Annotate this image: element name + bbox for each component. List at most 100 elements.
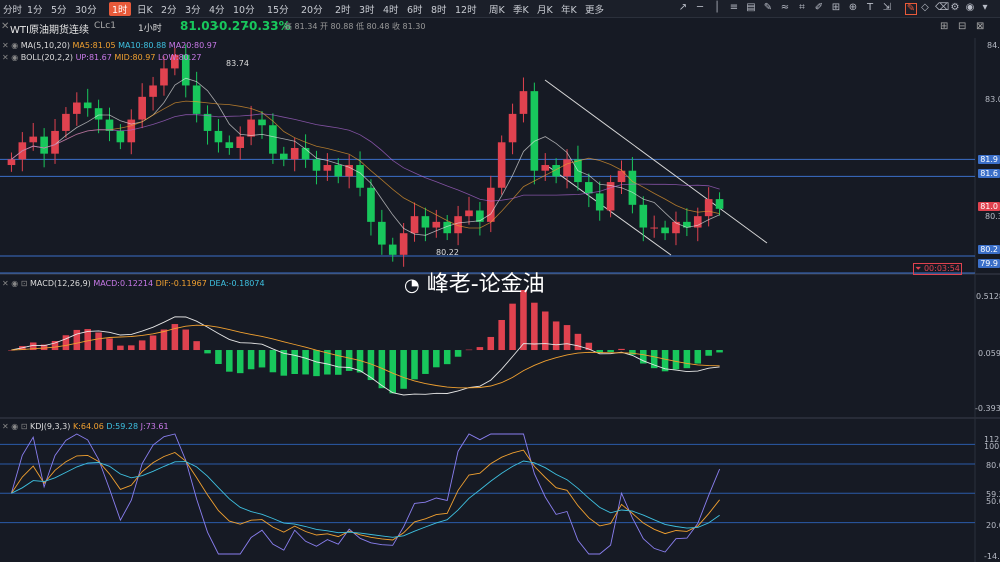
candle-body-58: [639, 204, 648, 228]
kdj-axis-g: -14.2: [984, 552, 1000, 561]
candle-body-43: [476, 210, 484, 222]
axis-tag-last: 81.0: [978, 202, 1000, 211]
candle-body-2: [29, 136, 38, 143]
macd-bar-40: [443, 350, 451, 365]
macd-bar-9: [106, 338, 113, 351]
macd-legend[interactable]: ✕ ◉ ⊡ MACD(12,26,9) MACD:0.12214 DIF:-0.…: [2, 279, 265, 288]
macd-bar-6: [73, 329, 81, 351]
axis-tag-r2: 81.6: [978, 169, 1000, 178]
macd-bar-52: [574, 333, 582, 351]
watermark-text: 峰老-论金油: [426, 272, 545, 297]
axis-tag-r1: 81.9: [978, 155, 1000, 164]
candle-body-25: [279, 153, 288, 160]
macd-bar-57: [629, 350, 636, 355]
candle-body-61: [672, 221, 680, 234]
high-mark-label: 83.74: [226, 59, 249, 68]
candle-body-27: [301, 147, 310, 160]
macd-bar-63: [694, 350, 702, 364]
macd-bar-62: [683, 350, 691, 369]
macd-bar-45: [498, 319, 505, 351]
axis-price-top: 84.: [987, 41, 1000, 50]
candle-body-49: [541, 165, 550, 171]
candle-body-48: [530, 91, 539, 171]
macd-bar-11: [128, 345, 135, 351]
candle-body-59: [650, 227, 659, 229]
macd-bar-18: [204, 350, 211, 354]
macd-bar-19: [215, 350, 222, 364]
macd-bar-24: [269, 350, 277, 373]
candle-body-39: [432, 221, 441, 228]
candle-body-54: [595, 193, 604, 211]
candle-body-38: [421, 216, 430, 228]
kdj-label: KDJ(9,3,3): [30, 422, 71, 431]
macd-bar-48: [531, 302, 538, 351]
ma-label: MA(5,10,20): [20, 41, 70, 50]
kdj-axis-b: 100.0: [984, 442, 1000, 451]
macd-bar-23: [258, 350, 266, 368]
candle-body-33: [367, 187, 375, 222]
macd-axis-mid: 0.0595: [978, 349, 1000, 358]
kdj-legend[interactable]: ✕ ◉ ⊡ KDJ(9,3,3) K:64.06 D:59.28 J:73.61: [2, 422, 169, 431]
ma5-value: MA5:81.05: [72, 41, 116, 50]
macd-bar-20: [226, 350, 233, 372]
boll-icons: ✕ ◉: [2, 53, 21, 62]
kdj-axis-f: 20.0: [986, 521, 1000, 530]
candle-body-60: [661, 227, 669, 234]
ma10-value: MA10:80.88: [118, 41, 167, 50]
candle-body-17: [192, 85, 201, 114]
macd-axis-top: 0.5128: [976, 292, 1000, 301]
macd-bar-21: [236, 350, 244, 374]
d-value: D:59.28: [106, 422, 139, 431]
axis-price-b1: 80.3: [985, 212, 1000, 221]
macd-bar-64: [705, 350, 712, 356]
countdown-badge: ⏷ 00:03:54: [913, 263, 962, 275]
candle-body-7: [83, 102, 92, 109]
candle-body-0: [7, 159, 16, 166]
kdj-axis-c: 80.0: [986, 461, 1000, 470]
macd-bar-10: [117, 345, 124, 351]
candle-body-32: [356, 165, 364, 188]
candle-body-45: [497, 142, 506, 188]
macd-bar-22: [247, 350, 255, 370]
macd-bar-51: [563, 325, 571, 351]
low-mark-label: 80.22: [436, 248, 459, 257]
macd-bar-16: [182, 329, 190, 351]
macd-icons: ✕ ◉ ⊡: [2, 279, 31, 288]
ma-legend[interactable]: ✕ ◉ MA(5,10,20) MA5:81.05 MA10:80.88 MA2…: [2, 41, 217, 50]
candle-body-29: [323, 165, 332, 171]
macd-bar-13: [149, 335, 157, 351]
macd-bar-8: [95, 332, 102, 351]
kdj-d-line: [11, 460, 720, 538]
countdown-value: 00:03:54: [923, 264, 960, 273]
candle-body-5: [62, 113, 70, 131]
candle-body-34: [378, 221, 386, 245]
macd-bar-37: [411, 350, 418, 380]
candle-body-37: [410, 216, 419, 234]
kdj-axis-e: 50.0: [986, 497, 1000, 506]
dif-line: [11, 316, 720, 396]
boll-up-value: UP:81.67: [75, 53, 112, 62]
j-value: J:73.61: [140, 422, 169, 431]
candle-body-13: [149, 85, 157, 97]
candle-body-21: [236, 136, 245, 148]
kdj-icons: ✕ ◉ ⊡: [2, 422, 31, 431]
boll-legend[interactable]: ✕ ◉ BOLL(20,2,2) UP:81.67 MID:80.97 LOW:…: [2, 53, 202, 62]
macd-label: MACD(12,26,9): [30, 279, 91, 288]
candle-body-36: [399, 233, 408, 255]
macd-bar-14: [160, 329, 168, 351]
macd-bar-30: [334, 350, 342, 375]
dea-value: DEA:-0.18074: [209, 279, 265, 288]
macd-bar-41: [454, 350, 462, 357]
macd-bar-61: [672, 350, 680, 370]
weibo-logo-icon: ◔: [404, 275, 420, 296]
candle-body-20: [225, 142, 234, 148]
candle-body-6: [72, 102, 81, 114]
candle-body-14: [160, 68, 168, 86]
macd-bar-43: [476, 347, 484, 351]
candle-body-53: [585, 182, 593, 194]
candle-body-19: [214, 130, 223, 143]
candle-body-24: [269, 125, 277, 154]
macd-bar-17: [193, 341, 200, 351]
boll-mid-value: MID:80.97: [114, 53, 156, 62]
candle-body-47: [519, 91, 528, 114]
